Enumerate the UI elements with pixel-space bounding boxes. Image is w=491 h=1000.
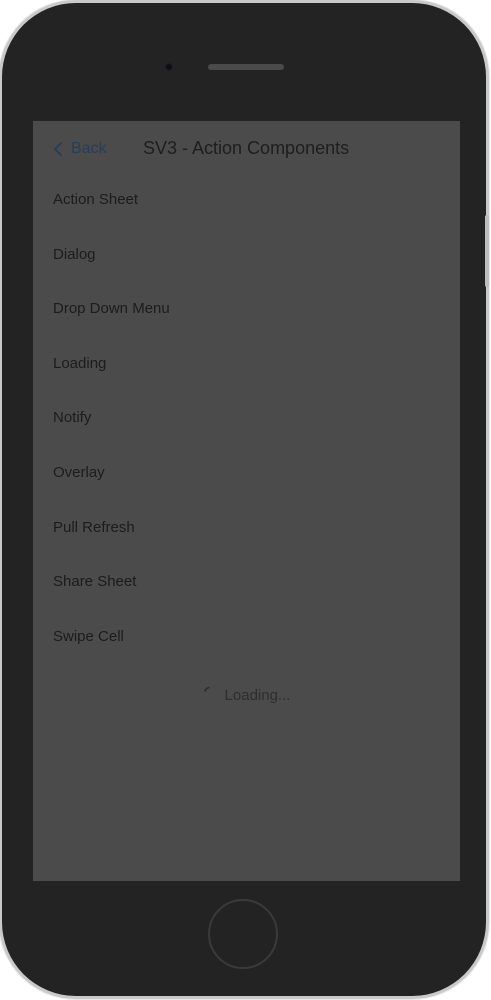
menu-item-overlay[interactable]: Overlay <box>33 446 460 501</box>
menu-item-notify[interactable]: Notify <box>33 391 460 446</box>
earpiece-speaker <box>208 64 284 70</box>
phone-frame: Back SV3 - Action Components Action Shee… <box>2 3 489 996</box>
menu-item-swipe-cell[interactable]: Swipe Cell <box>33 610 460 665</box>
menu-item-action-sheet[interactable]: Action Sheet <box>33 173 460 228</box>
menu-item-share-sheet[interactable]: Share Sheet <box>33 555 460 610</box>
page-title: SV3 - Action Components <box>143 138 350 158</box>
spinner-icon <box>203 686 210 692</box>
menu-item-drop-down-menu[interactable]: Drop Down Menu <box>33 282 460 337</box>
chevron-left-icon <box>54 142 62 156</box>
menu-item-pull-refresh[interactable]: Pull Refresh <box>33 501 460 556</box>
front-camera <box>165 63 173 71</box>
back-label: Back <box>71 140 107 157</box>
component-menu: Action Sheet Dialog Drop Down Menu Loadi… <box>33 173 460 664</box>
loading-text: Loading... <box>224 686 291 704</box>
menu-item-dialog[interactable]: Dialog <box>33 228 460 283</box>
loading-indicator: Loading... <box>33 681 460 709</box>
menu-item-loading[interactable]: Loading <box>33 337 460 392</box>
power-button <box>485 215 489 287</box>
nav-bar: Back SV3 - Action Components <box>33 121 460 177</box>
home-button[interactable] <box>208 899 278 969</box>
back-button[interactable]: Back <box>53 138 107 160</box>
app-screen: Back SV3 - Action Components Action Shee… <box>33 121 460 881</box>
